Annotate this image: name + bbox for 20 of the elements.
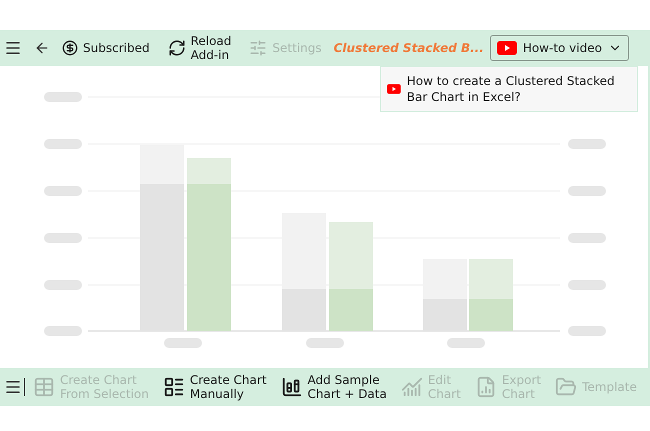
list-icon: [162, 376, 185, 398]
chart-edit-icon: [400, 376, 423, 398]
sample-button[interactable]: Add Sample Chart + Data: [274, 373, 393, 401]
back-button[interactable]: [34, 40, 50, 56]
settings-icon: [249, 39, 268, 57]
video-dropdown[interactable]: How-to video: [490, 35, 629, 61]
video-link[interactable]: How to create a Clustered Stacked Bar Chart in Excel?: [406, 73, 631, 105]
folder-icon: [555, 376, 578, 398]
table-icon: [33, 376, 55, 398]
video-icon: [496, 41, 517, 55]
dollar-icon: [62, 40, 78, 56]
refresh-icon: [168, 39, 186, 57]
video-icon: [387, 82, 401, 96]
reload-button[interactable]: Reload Add-in: [162, 34, 238, 62]
chart-title: Clustered Stacked B...: [334, 41, 484, 55]
subscribed-button[interactable]: Subscribed: [56, 40, 156, 56]
menu-button[interactable]: [4, 39, 22, 57]
chart-icon: [280, 376, 303, 398]
manual-button[interactable]: Create Chart Manually: [156, 373, 273, 401]
menu-button[interactable]: [4, 378, 22, 396]
